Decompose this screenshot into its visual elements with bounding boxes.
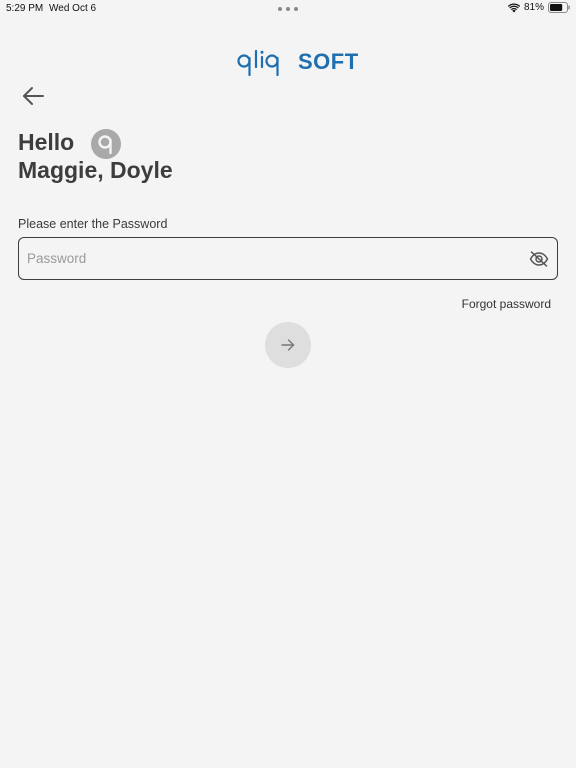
submit-button[interactable] [265, 322, 311, 368]
wifi-icon [507, 2, 520, 12]
password-field [18, 237, 558, 280]
login-screen: 5:29 PM Wed Oct 6 81% SOFT Hello Maggie,… [0, 0, 576, 768]
back-button[interactable] [18, 82, 48, 110]
status-time: 5:29 PM [6, 3, 44, 14]
qliqsoft-logo: SOFT [236, 46, 359, 76]
multitasking-dots-icon[interactable] [278, 3, 298, 15]
arrow-left-icon [23, 87, 44, 105]
q-avatar-icon [98, 135, 112, 155]
status-bar: 5:29 PM Wed Oct 6 81% [0, 0, 576, 18]
forgot-password-link[interactable]: Forgot password [462, 297, 551, 311]
qliq-wordmark [237, 49, 279, 76]
greeting-hello: Hello [18, 129, 75, 155]
eye-off-icon[interactable] [529, 250, 549, 268]
status-indicators: 81% [507, 2, 570, 13]
password-label: Please enter the Password [18, 217, 168, 231]
battery-icon [548, 2, 570, 13]
avatar [91, 129, 121, 159]
battery-percent: 81% [523, 2, 544, 13]
logo-soft-text: SOFT [298, 49, 359, 74]
password-input[interactable] [27, 238, 517, 279]
arrow-right-icon [281, 339, 295, 351]
user-name: Maggie, Doyle [18, 157, 173, 183]
status-date: Wed Oct 6 [49, 3, 97, 14]
